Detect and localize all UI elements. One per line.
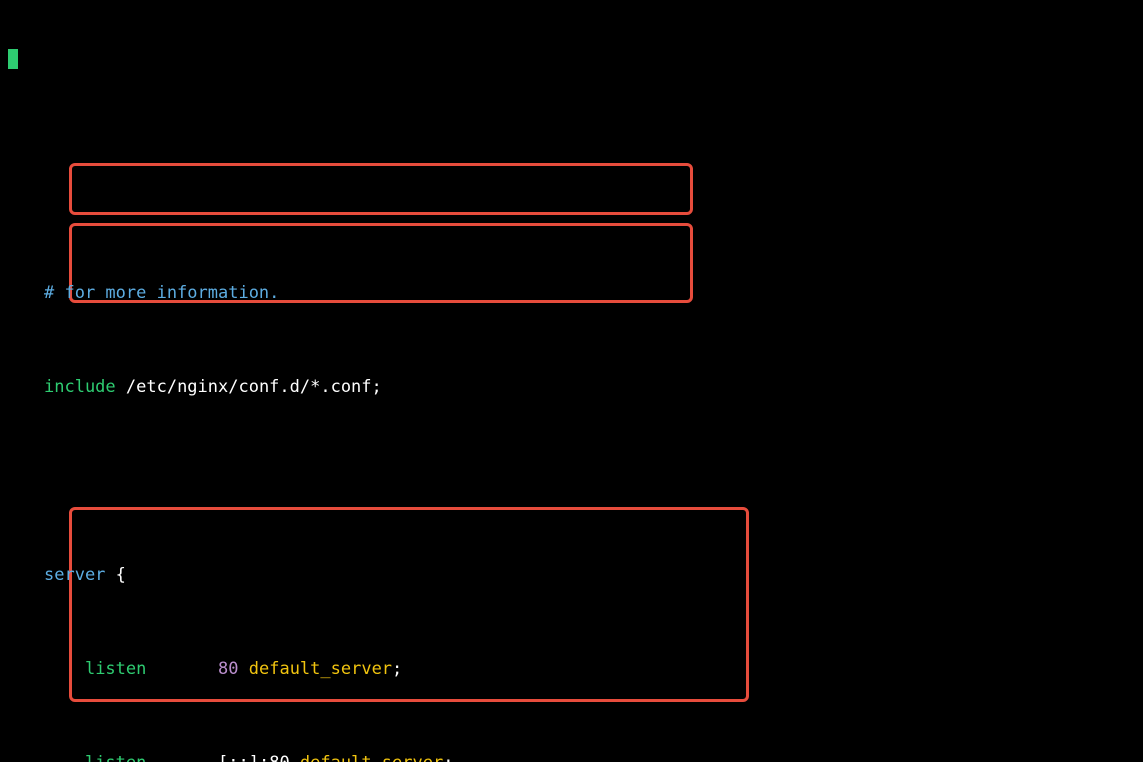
- highlight-box: [69, 163, 693, 215]
- semi: ;: [443, 753, 453, 762]
- code-line[interactable]: [0, 470, 1143, 494]
- directive: listen: [85, 753, 146, 762]
- directive: listen: [85, 659, 146, 679]
- text-cursor: [8, 49, 18, 69]
- keyword: default_server: [300, 753, 443, 762]
- text: /etc/nginx/conf.d/*.conf;: [116, 377, 382, 397]
- code-line[interactable]: listen 80 default_server;: [0, 658, 1143, 682]
- keyword: default_server: [249, 659, 392, 679]
- code-editor[interactable]: # for more information. include /etc/ngi…: [0, 0, 1143, 762]
- semi: ;: [392, 659, 402, 679]
- number: 80: [218, 659, 249, 679]
- code-line[interactable]: include /etc/nginx/conf.d/*.conf;: [0, 376, 1143, 400]
- brace: {: [105, 565, 125, 585]
- code-line[interactable]: listen [::]:80 default_server;: [0, 752, 1143, 762]
- keyword: server: [44, 565, 105, 585]
- code-line[interactable]: # for more information.: [0, 282, 1143, 306]
- code-line[interactable]: server {: [0, 564, 1143, 588]
- text: [::]:80: [218, 753, 300, 762]
- keyword: include: [44, 377, 116, 397]
- comment-text: # for more information.: [44, 283, 279, 303]
